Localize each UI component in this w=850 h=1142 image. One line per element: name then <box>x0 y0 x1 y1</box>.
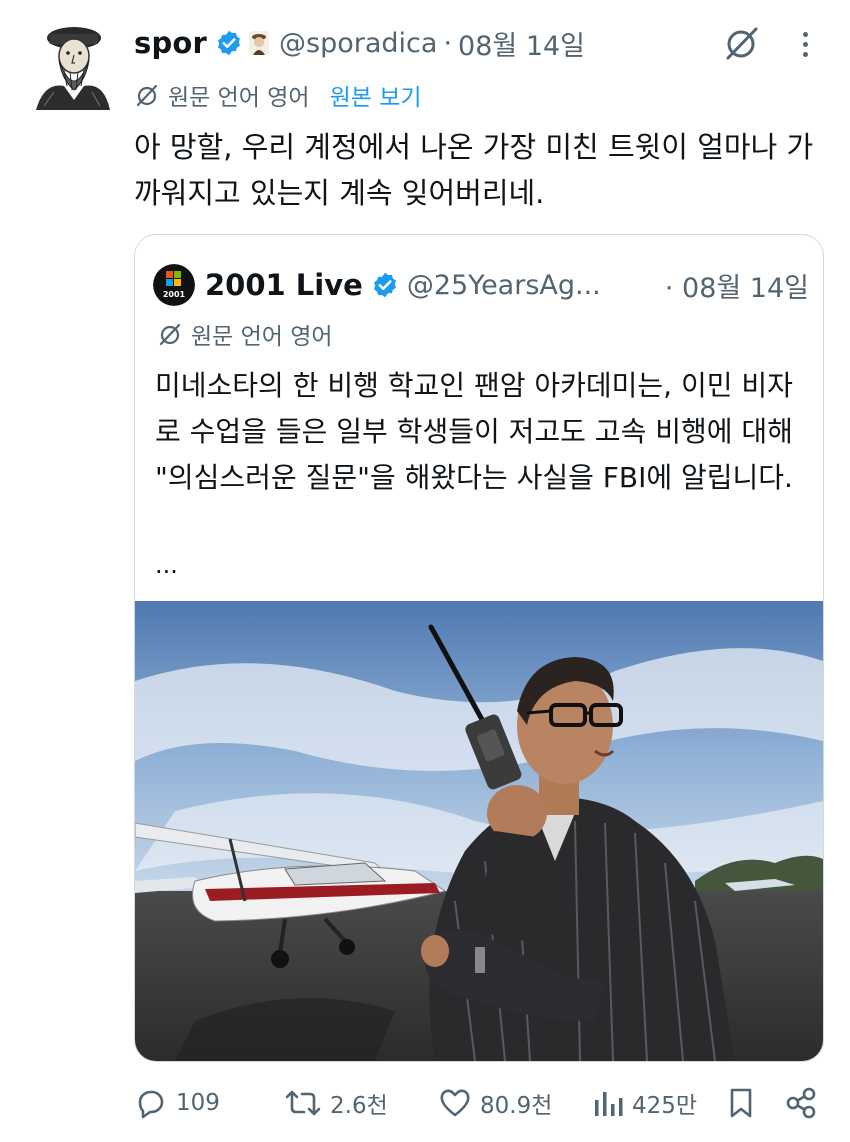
translate-toggle-button[interactable] <box>720 22 762 64</box>
translation-info: 원문 언어 영어 원본 보기 <box>134 78 422 112</box>
retweet-count: 2.6천 <box>330 1093 388 1119</box>
show-original-link[interactable]: 원본 보기 <box>330 78 422 112</box>
translate-icon <box>136 84 158 107</box>
quote-handle[interactable]: @25YearsAg... <box>407 270 601 301</box>
quote-display-name[interactable]: 2001 Live <box>205 268 363 302</box>
reply-count: 109 <box>176 1090 220 1116</box>
translation-note: 원문 언어 영어 <box>168 85 310 111</box>
quote-photo[interactable] <box>135 601 823 1061</box>
author-avatar[interactable] <box>34 20 112 110</box>
quote-date[interactable]: · 08월 14일 <box>665 266 809 305</box>
views-count: 425만 <box>632 1093 698 1119</box>
share-button[interactable] <box>784 1080 826 1126</box>
quote-text: 미네소타의 한 비행 학교인 팬암 아카데미는, 이민 비자로 수업을 들은 일… <box>155 369 793 494</box>
like-count: 80.9천 <box>480 1093 553 1119</box>
quote-avatar-label: 2001 <box>163 290 186 299</box>
reply-button[interactable]: 109 <box>134 1080 220 1126</box>
tweet-text: 아 망할, 우리 계정에서 나온 가장 미친 트윗이 얼마나 가까워지고 있는지… <box>134 130 814 210</box>
quote-ellipsis: ... <box>155 551 178 579</box>
author-handle[interactable]: @sporadica <box>279 28 437 59</box>
views-button[interactable]: 425만 <box>592 1080 697 1126</box>
heart-icon <box>440 1089 470 1117</box>
action-bar: 109 2.6천 80.9천 425만 <box>134 1080 824 1126</box>
tweet-date[interactable]: 08월 14일 <box>458 24 585 63</box>
views-bar-icon <box>595 1092 623 1116</box>
affiliate-badge-icon <box>249 31 270 55</box>
bookmark-icon <box>730 1088 752 1118</box>
separator: · <box>443 27 453 59</box>
verified-badge-icon <box>218 30 241 56</box>
share-icon <box>786 1087 816 1119</box>
retweet-button[interactable]: 2.6천 <box>284 1080 388 1126</box>
more-options-button[interactable] <box>790 24 820 64</box>
verified-badge-icon <box>373 272 396 298</box>
author-display-name[interactable]: spor <box>134 26 207 60</box>
quote-header: 2001 2001 Live @25YearsAg... · 08월 14일 <box>153 263 809 307</box>
quote-translation-info: 원문 언어 영어 <box>157 317 333 351</box>
bookmark-button[interactable] <box>726 1080 764 1126</box>
like-button[interactable]: 80.9천 <box>438 1080 552 1126</box>
no-translate-icon <box>726 27 758 60</box>
quoted-tweet[interactable]: 2001 2001 Live @25YearsAg... · 08월 14일 원… <box>134 234 824 1062</box>
quote-translation-note: 원문 언어 영어 <box>191 324 333 350</box>
more-dots-icon <box>802 31 808 37</box>
translate-icon <box>159 323 181 346</box>
reply-bubble-icon <box>138 1090 164 1119</box>
retweet-icon <box>285 1090 321 1116</box>
quote-avatar[interactable]: 2001 <box>153 264 195 306</box>
